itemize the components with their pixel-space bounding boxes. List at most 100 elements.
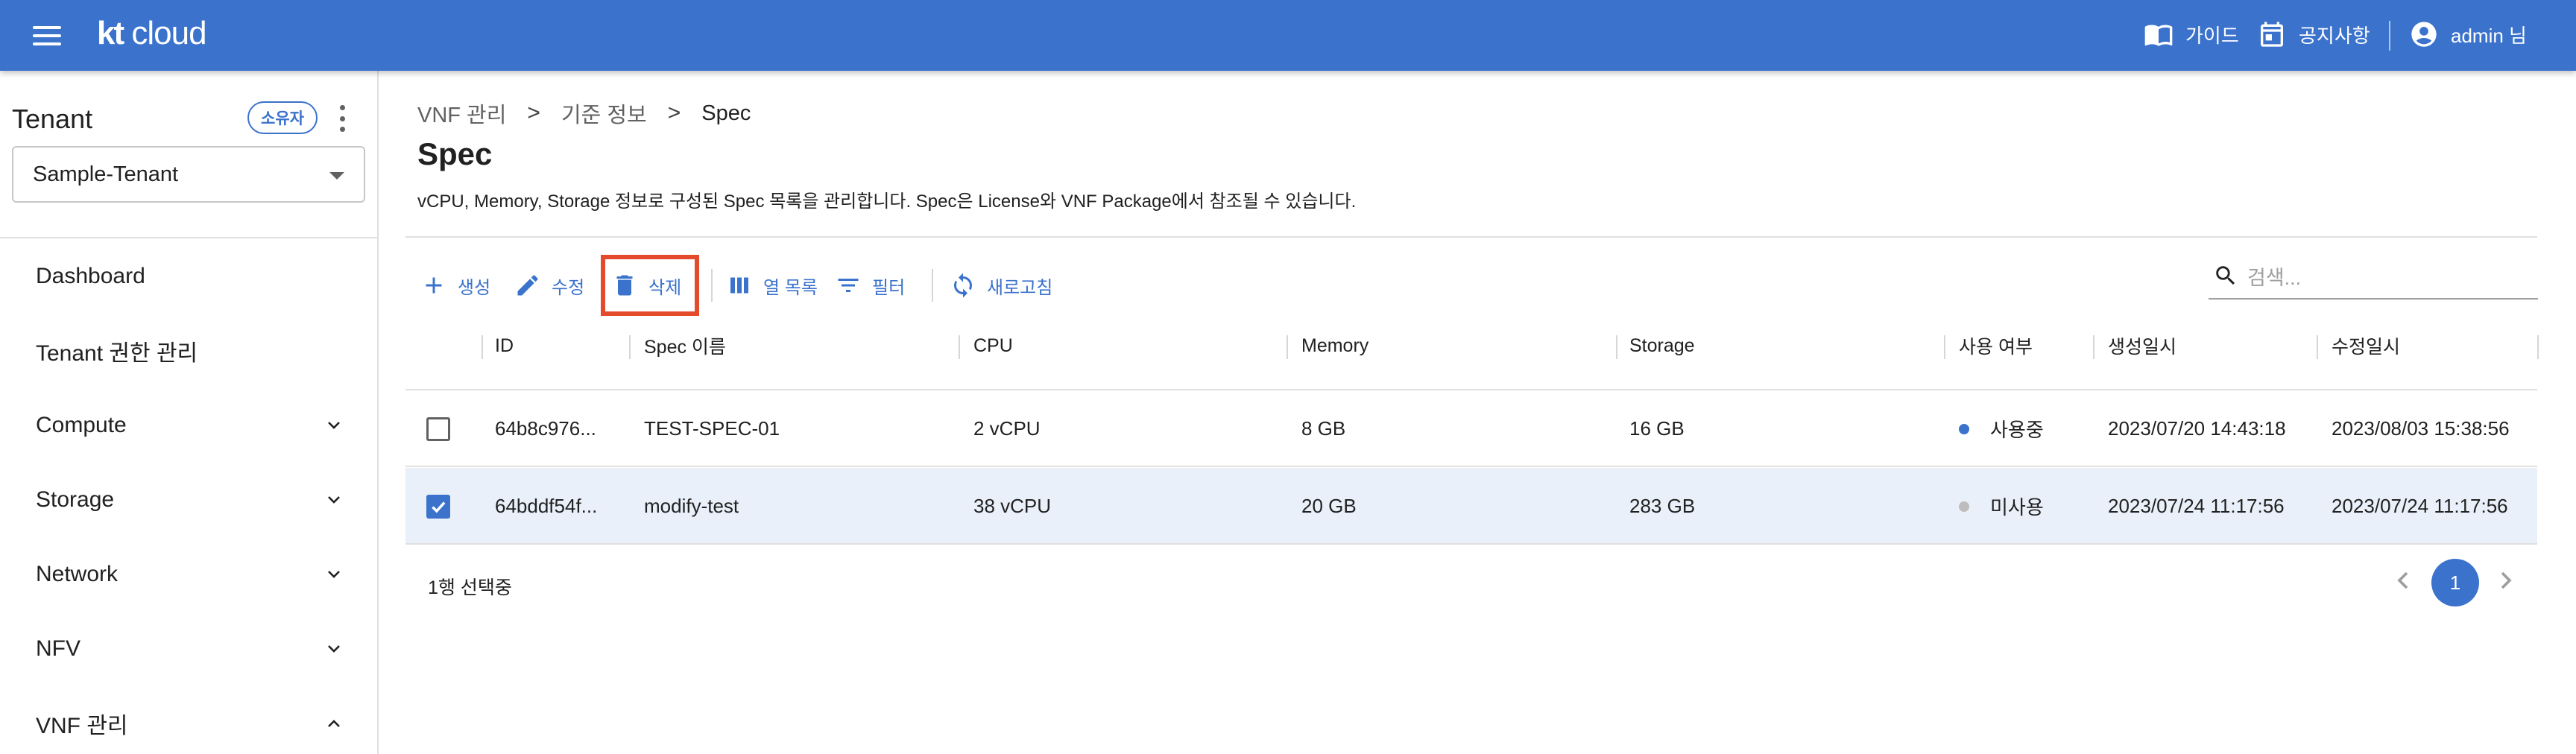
refresh-label: 새로고침 (987, 277, 1053, 298)
column-divider (2093, 335, 2094, 359)
filter-list-icon (838, 279, 859, 292)
column-divider (629, 335, 631, 359)
row-checkbox[interactable] (426, 495, 450, 519)
dropdown-arrow-icon (329, 172, 344, 180)
main-content: VNF 관리 > 기준 정보 > Spec Spec vCPU, Memory,… (379, 71, 2576, 754)
refresh-button[interactable]: 새로고침 (950, 266, 1052, 305)
breadcrumb-vnf-management[interactable]: VNF 관리 (417, 98, 506, 129)
guide-label: 가이드 (2185, 24, 2239, 47)
calendar-icon (2261, 22, 2283, 47)
cell-cpu: 38 vCPU (973, 495, 1052, 517)
columns-label: 열 목록 (763, 277, 818, 298)
column-header-storage[interactable]: Storage (1629, 328, 1695, 364)
chevron-up-icon (328, 720, 340, 727)
content-divider (405, 236, 2537, 238)
filter-label: 필터 (872, 277, 906, 298)
more-vert-icon[interactable] (337, 105, 347, 132)
plus-icon (426, 277, 442, 294)
column-divider (1944, 335, 1945, 359)
breadcrumb-current: Spec (701, 101, 751, 125)
check-icon (432, 501, 446, 513)
sidebar-item-dashboard[interactable]: Dashboard (0, 247, 377, 306)
tenant-select[interactable]: Sample-Tenant (12, 146, 365, 203)
page-title: Spec (417, 136, 493, 171)
toolbar-divider (711, 269, 713, 302)
column-header-usage[interactable]: 사용 여부 (1959, 328, 2033, 364)
cell-storage: 16 GB (1629, 417, 1685, 440)
cell-memory: 20 GB (1301, 495, 1357, 517)
cell-usage: 사용중 (1959, 390, 2044, 467)
columns-button[interactable]: 열 목록 (726, 266, 818, 305)
column-header-id[interactable]: ID (495, 328, 514, 364)
chevron-down-icon (328, 496, 340, 504)
breadcrumb-separator: > (527, 101, 540, 125)
cell-cpu: 2 vCPU (973, 417, 1041, 440)
column-header-memory[interactable]: Memory (1301, 328, 1368, 364)
column-header-created[interactable]: 생성일시 (2108, 328, 2176, 364)
sidebar-item-label: Compute (36, 413, 127, 437)
cell-storage: 283 GB (1629, 495, 1696, 517)
search-input[interactable]: 검색... (2209, 253, 2538, 300)
sidebar-item-network[interactable]: Network (0, 545, 377, 604)
breadcrumb-base-info[interactable]: 기준 정보 (561, 98, 647, 129)
column-divider (2537, 335, 2539, 359)
chevron-left-icon[interactable] (2388, 566, 2418, 595)
status-text: 사용중 (1990, 419, 2044, 441)
search-icon (2216, 266, 2235, 285)
cell-modified: 2023/07/24 11:17:56 (2332, 495, 2508, 517)
cell-created: 2023/07/24 11:17:56 (2108, 495, 2285, 517)
create-button[interactable]: 생성 (420, 266, 490, 305)
create-label: 생성 (458, 277, 491, 298)
cell-spec-name: modify-test (644, 495, 739, 517)
status-dot-icon (1959, 501, 1969, 512)
sidebar-item-tenant-permissions[interactable]: Tenant 권한 관리 (0, 321, 377, 381)
book-icon (2144, 25, 2173, 46)
sidebar-item-label: Tenant 권한 관리 (36, 341, 198, 366)
column-header-spec-name[interactable]: Spec 이름 (644, 328, 726, 364)
sync-icon (954, 273, 972, 298)
view-column-icon (730, 277, 748, 294)
sidebar-item-storage[interactable]: Storage (0, 470, 377, 530)
chevron-down-icon (328, 571, 340, 578)
user-menu[interactable]: admin 님 (2409, 19, 2527, 49)
delete-highlight-box (601, 255, 699, 316)
page-description: vCPU, Memory, Storage 정보로 구성된 Spec 목록을 관… (417, 191, 1357, 212)
sidebar-item-label: Storage (36, 487, 115, 512)
chevron-right-icon[interactable] (2491, 566, 2521, 595)
kt-cloud-logo[interactable]: kt cloud (97, 15, 207, 52)
account-circle-icon (2411, 22, 2437, 47)
pencil-icon (517, 275, 538, 296)
sidebar-item-vnf-management[interactable]: VNF 관리 (0, 694, 377, 753)
sidebar-item-nfv[interactable]: NFV (0, 619, 377, 679)
user-label: admin 님 (2451, 24, 2527, 47)
sidebar-item-compute[interactable]: Compute (0, 396, 377, 455)
table-row[interactable]: 64b8c976... TEST-SPEC-01 2 vCPU 8 GB 16 … (405, 390, 2537, 467)
search-placeholder: 검색... (2247, 266, 2302, 289)
sidebar-item-label: VNF 관리 (36, 714, 128, 738)
selection-count: 1행 선택중 (428, 577, 512, 598)
menu-icon[interactable] (33, 26, 61, 45)
sidebar-item-label: NFV (36, 636, 80, 661)
column-divider (2317, 335, 2318, 359)
chevron-down-icon (328, 422, 340, 429)
sidebar-item-label: Network (36, 562, 119, 586)
column-header-cpu[interactable]: CPU (973, 328, 1013, 364)
cell-spec-name: TEST-SPEC-01 (644, 417, 780, 440)
page-button-current[interactable]: 1 (2431, 559, 2479, 606)
status-text: 미사용 (1990, 496, 2044, 519)
status-dot-icon (1959, 423, 1969, 434)
cell-usage: 미사용 (1959, 468, 2044, 545)
table-row[interactable]: 64bddf54f... modify-test 38 vCPU 20 GB 2… (405, 468, 2537, 545)
column-divider (959, 335, 960, 359)
row-checkbox[interactable] (426, 417, 450, 441)
cell-id: 64bddf54f... (495, 495, 598, 517)
guide-link[interactable]: 가이드 (2144, 19, 2239, 49)
filter-button[interactable]: 필터 (835, 266, 905, 305)
column-divider (482, 335, 483, 359)
tenant-select-value: Sample-Tenant (33, 162, 179, 186)
notice-link[interactable]: 공지사항 (2257, 19, 2370, 49)
edit-button[interactable]: 수정 (514, 266, 584, 305)
cell-created: 2023/07/20 14:43:18 (2108, 417, 2286, 440)
column-header-modified[interactable]: 수정일시 (2332, 328, 2400, 364)
chevron-down-icon (328, 645, 340, 653)
